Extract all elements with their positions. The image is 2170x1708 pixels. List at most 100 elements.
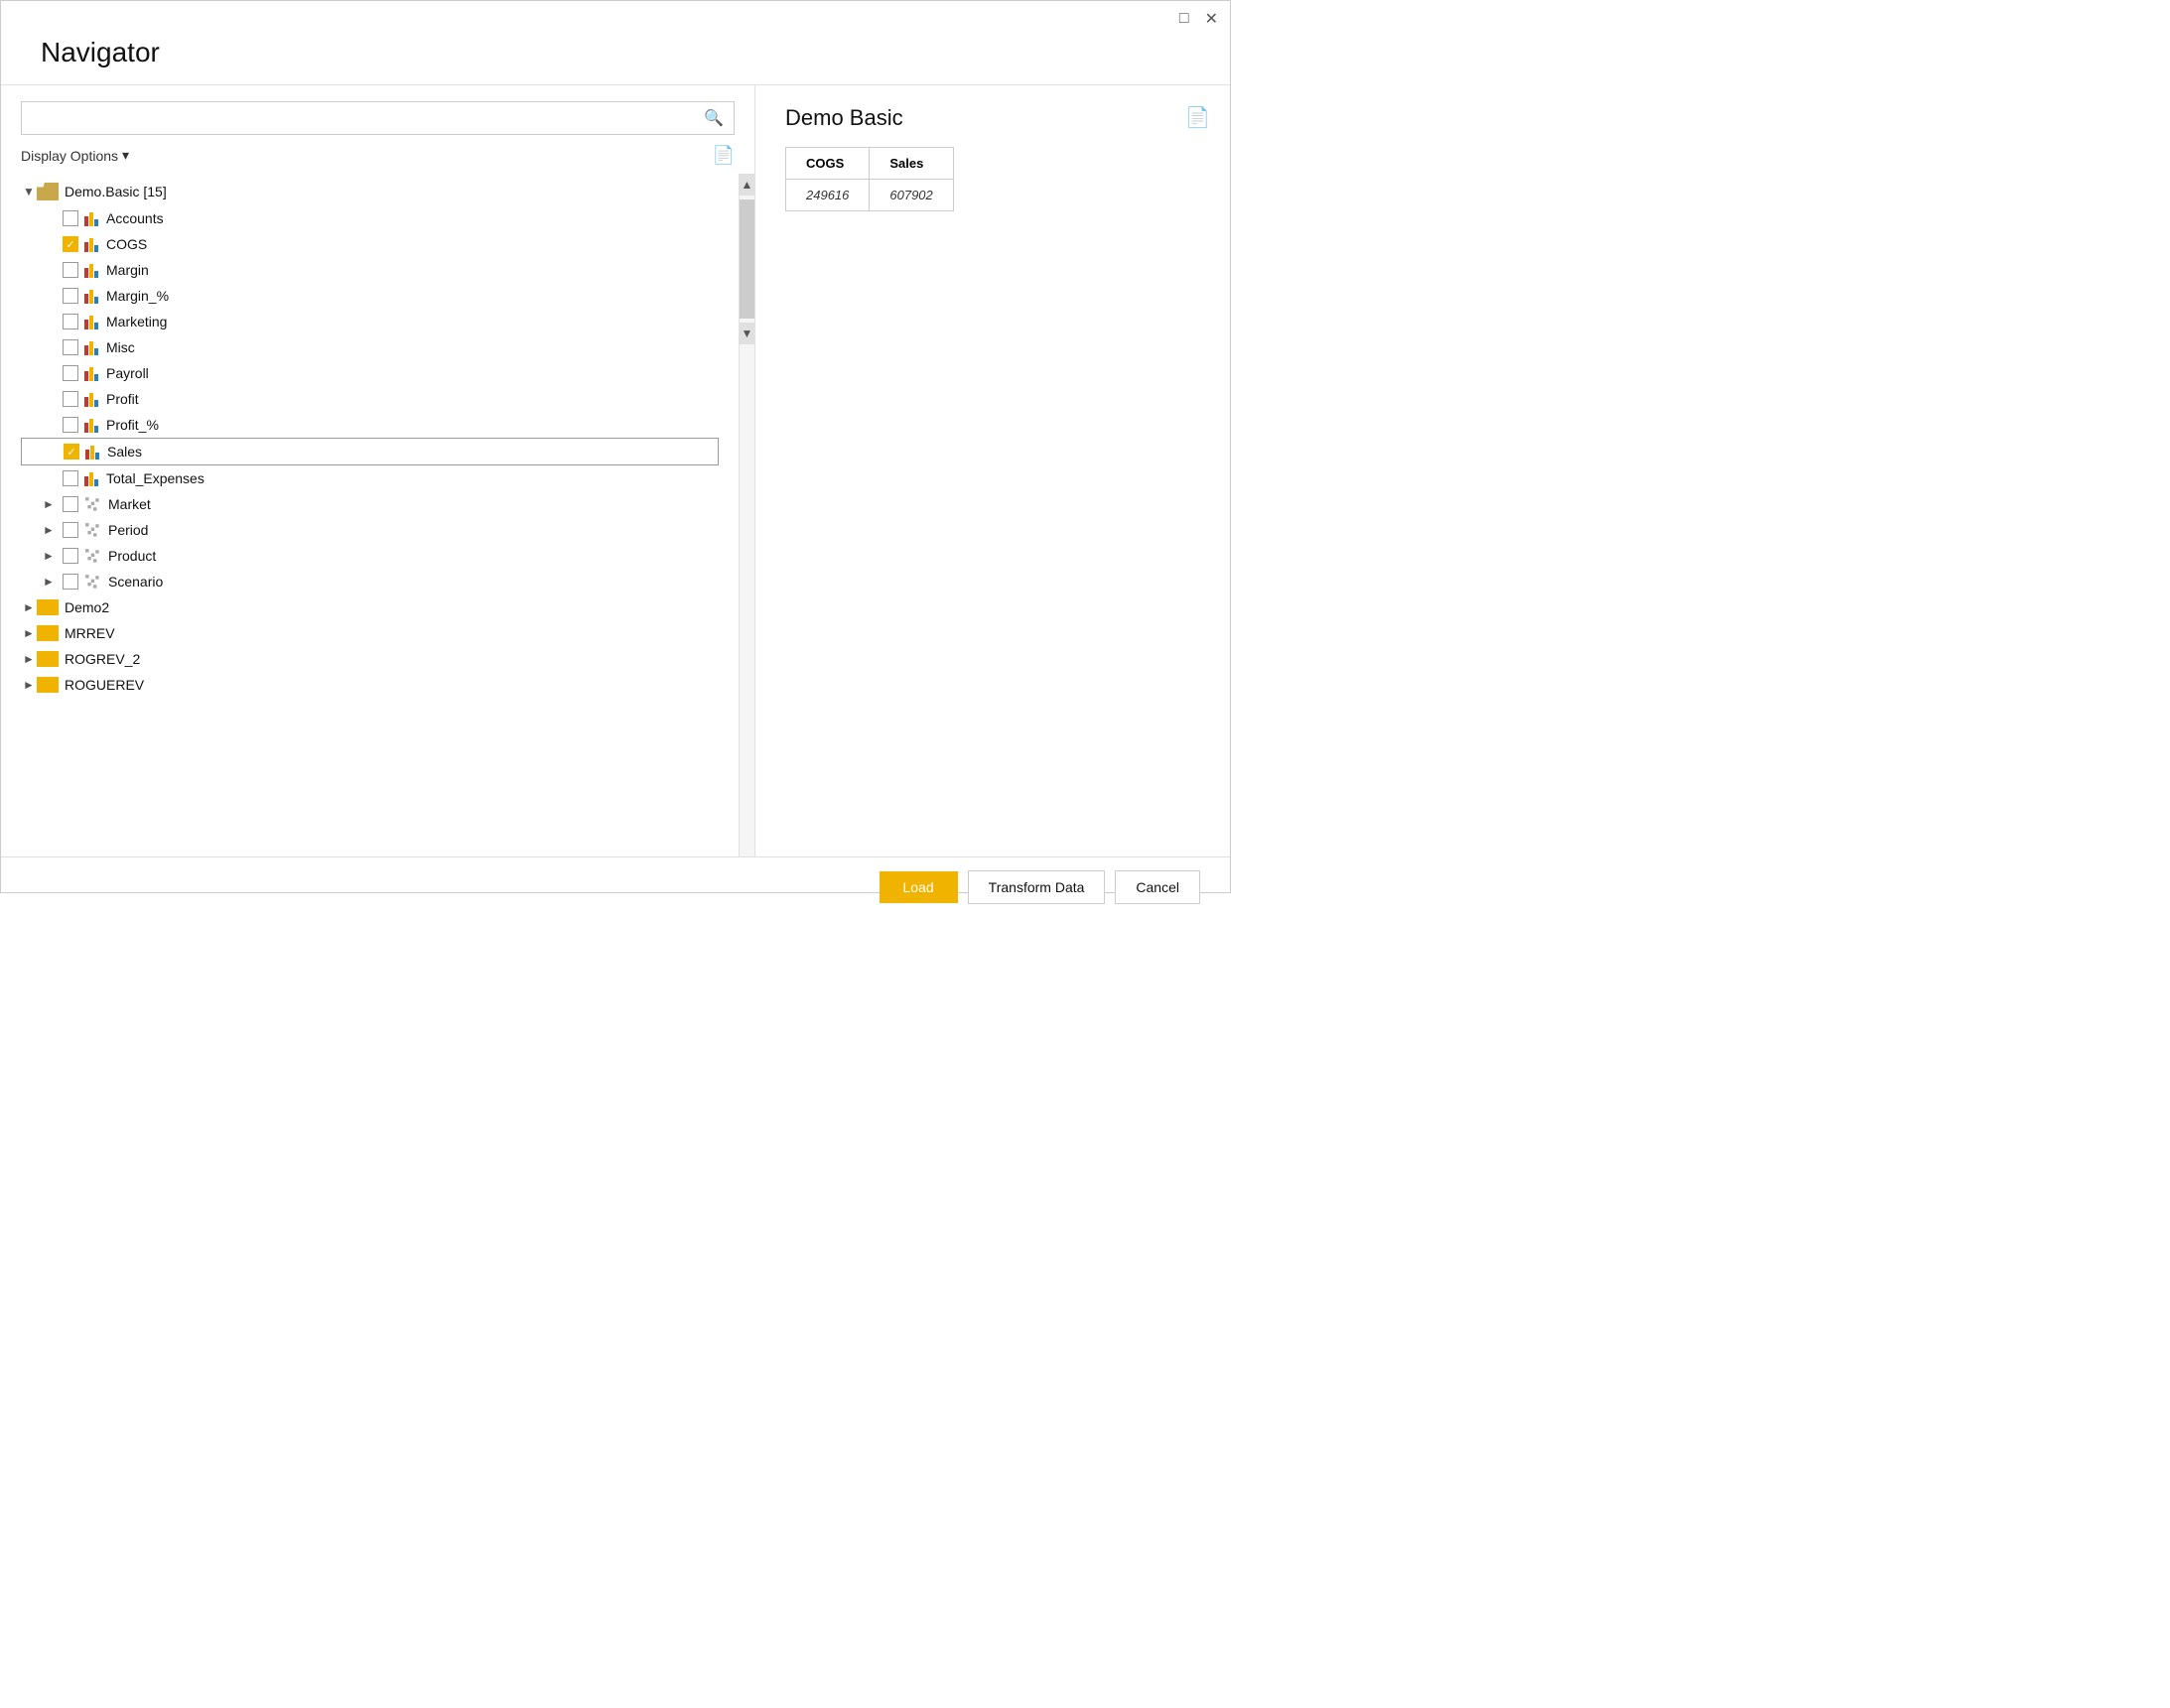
bottom-bar: Load Transform Data Cancel [1,856,1230,916]
bar-chart-icon-payroll [84,365,98,381]
tree-item-marketing[interactable]: Marketing [21,309,739,334]
expand-arrow-mrrev[interactable]: ► [21,626,37,640]
expand-arrow-scenario[interactable]: ► [41,575,57,589]
close-button[interactable]: ✕ [1205,9,1218,29]
preview-cell-sales: 607902 [870,180,953,211]
tree-item-demo2[interactable]: ► Demo2 [21,594,739,620]
label-market: Market [108,496,151,512]
checkbox-sales[interactable] [64,444,79,460]
transform-data-button[interactable]: Transform Data [968,870,1106,904]
expand-arrow-cogs [41,237,57,251]
tree-item-period[interactable]: ► Period [21,517,739,543]
expand-arrow-period[interactable]: ► [41,523,57,537]
checkbox-product[interactable] [63,548,78,564]
bar-chart-icon-misc [84,339,98,355]
expand-arrow-rogrev2[interactable]: ► [21,652,37,666]
scatter-icon-product [84,548,102,564]
tree-item-rogrev2[interactable]: ► ROGREV_2 [21,646,739,672]
bar-chart-icon-margin-pct [84,288,98,304]
checkbox-profit[interactable] [63,391,78,407]
folder-icon-demo2 [37,599,59,615]
scatter-icon-scenario [84,574,102,590]
checkbox-scenario[interactable] [63,574,78,590]
cancel-button[interactable]: Cancel [1115,870,1200,904]
label-rogrev2: ROGREV_2 [65,651,140,667]
label-profit: Profit [106,391,139,407]
label-mrrev: MRREV [65,625,115,641]
search-icon: 🔍 [704,108,724,128]
preview-col-sales: Sales [870,148,953,180]
label-product: Product [108,548,156,564]
expand-arrow-demo-basic[interactable]: ▼ [21,185,37,198]
checkbox-period[interactable] [63,522,78,538]
scrollbar-thumb[interactable] [740,199,754,319]
tree-item-profit[interactable]: Profit [21,386,739,412]
preview-row-0: 249616 607902 [786,180,954,211]
scrollbar-up[interactable]: ▲ [740,174,754,196]
label-scenario: Scenario [108,574,163,590]
checkbox-marketing[interactable] [63,314,78,329]
database-icon [37,183,59,200]
label-payroll: Payroll [106,365,149,381]
label-marketing: Marketing [106,314,167,329]
tree-item-margin[interactable]: Margin [21,257,739,283]
expand-arrow-product[interactable]: ► [41,549,57,563]
checkbox-payroll[interactable] [63,365,78,381]
expand-arrow-misc [41,340,57,354]
expand-arrow-sales [42,445,58,459]
tree-item-margin-pct[interactable]: Margin_% [21,283,739,309]
tree-item-market[interactable]: ► Market [21,491,739,517]
tree-item-total-expenses[interactable]: Total_Expenses [21,465,739,491]
expand-arrow-roguerev[interactable]: ► [21,678,37,692]
checkbox-market[interactable] [63,496,78,512]
bar-chart-icon-total-expenses [84,470,98,486]
search-input[interactable] [32,110,704,126]
bar-chart-icon-profit [84,391,98,407]
expand-arrow-margin [41,263,57,277]
title-bar: □ ✕ [1,1,1230,29]
bar-chart-icon-cogs [84,236,98,252]
checkbox-cogs[interactable] [63,236,78,252]
expand-arrow-market[interactable]: ► [41,497,57,511]
bar-chart-icon-accounts [84,210,98,226]
expand-arrow-demo2[interactable]: ► [21,600,37,614]
tree-item-sales[interactable]: Sales [21,438,719,465]
preview-col-cogs: COGS [786,148,870,180]
expand-arrow-payroll [41,366,57,380]
tree-item-demo-basic[interactable]: ▼ Demo.Basic [15] [21,178,739,205]
tree-item-profit-pct[interactable]: Profit_% [21,412,739,438]
label-sales: Sales [107,444,142,460]
display-options-label: Display Options [21,148,118,164]
tree-item-payroll[interactable]: Payroll [21,360,739,386]
checkbox-profit-pct[interactable] [63,417,78,433]
export-icon-right[interactable]: 📄 [1185,105,1210,130]
bar-chart-icon-marketing [84,314,98,329]
right-panel: Demo Basic 📄 COGS Sales 249616 607902 [755,85,1230,856]
tree-item-misc[interactable]: Misc [21,334,739,360]
tree-item-roguerev[interactable]: ► ROGUEREV [21,672,739,698]
tree-item-product[interactable]: ► Product [21,543,739,569]
left-panel: 🔍 Display Options ▾ 📄 ▼ Demo.Basic [15] [1,85,755,856]
load-button[interactable]: Load [880,871,958,903]
checkbox-margin-pct[interactable] [63,288,78,304]
checkbox-misc[interactable] [63,339,78,355]
scrollbar-down[interactable]: ▼ [740,323,754,344]
tree-item-accounts[interactable]: Accounts [21,205,739,231]
tree-item-label-demo-basic: Demo.Basic [15] [65,184,167,199]
tree-item-scenario[interactable]: ► Scenario [21,569,739,594]
minimize-button[interactable]: □ [1179,9,1189,29]
checkbox-accounts[interactable] [63,210,78,226]
display-options-row: Display Options ▾ 📄 [1,145,754,174]
bar-chart-icon-sales [85,444,99,460]
expand-arrow-marketing [41,315,57,328]
label-period: Period [108,522,148,538]
tree-item-mrrev[interactable]: ► MRREV [21,620,739,646]
label-margin-pct: Margin_% [106,288,169,304]
label-demo2: Demo2 [65,599,109,615]
expand-arrow-profit-pct [41,418,57,432]
tree-item-cogs[interactable]: COGS [21,231,739,257]
checkbox-total-expenses[interactable] [63,470,78,486]
checkbox-margin[interactable] [63,262,78,278]
search-bar: 🔍 [21,101,735,135]
display-options-button[interactable]: Display Options ▾ [21,147,129,164]
